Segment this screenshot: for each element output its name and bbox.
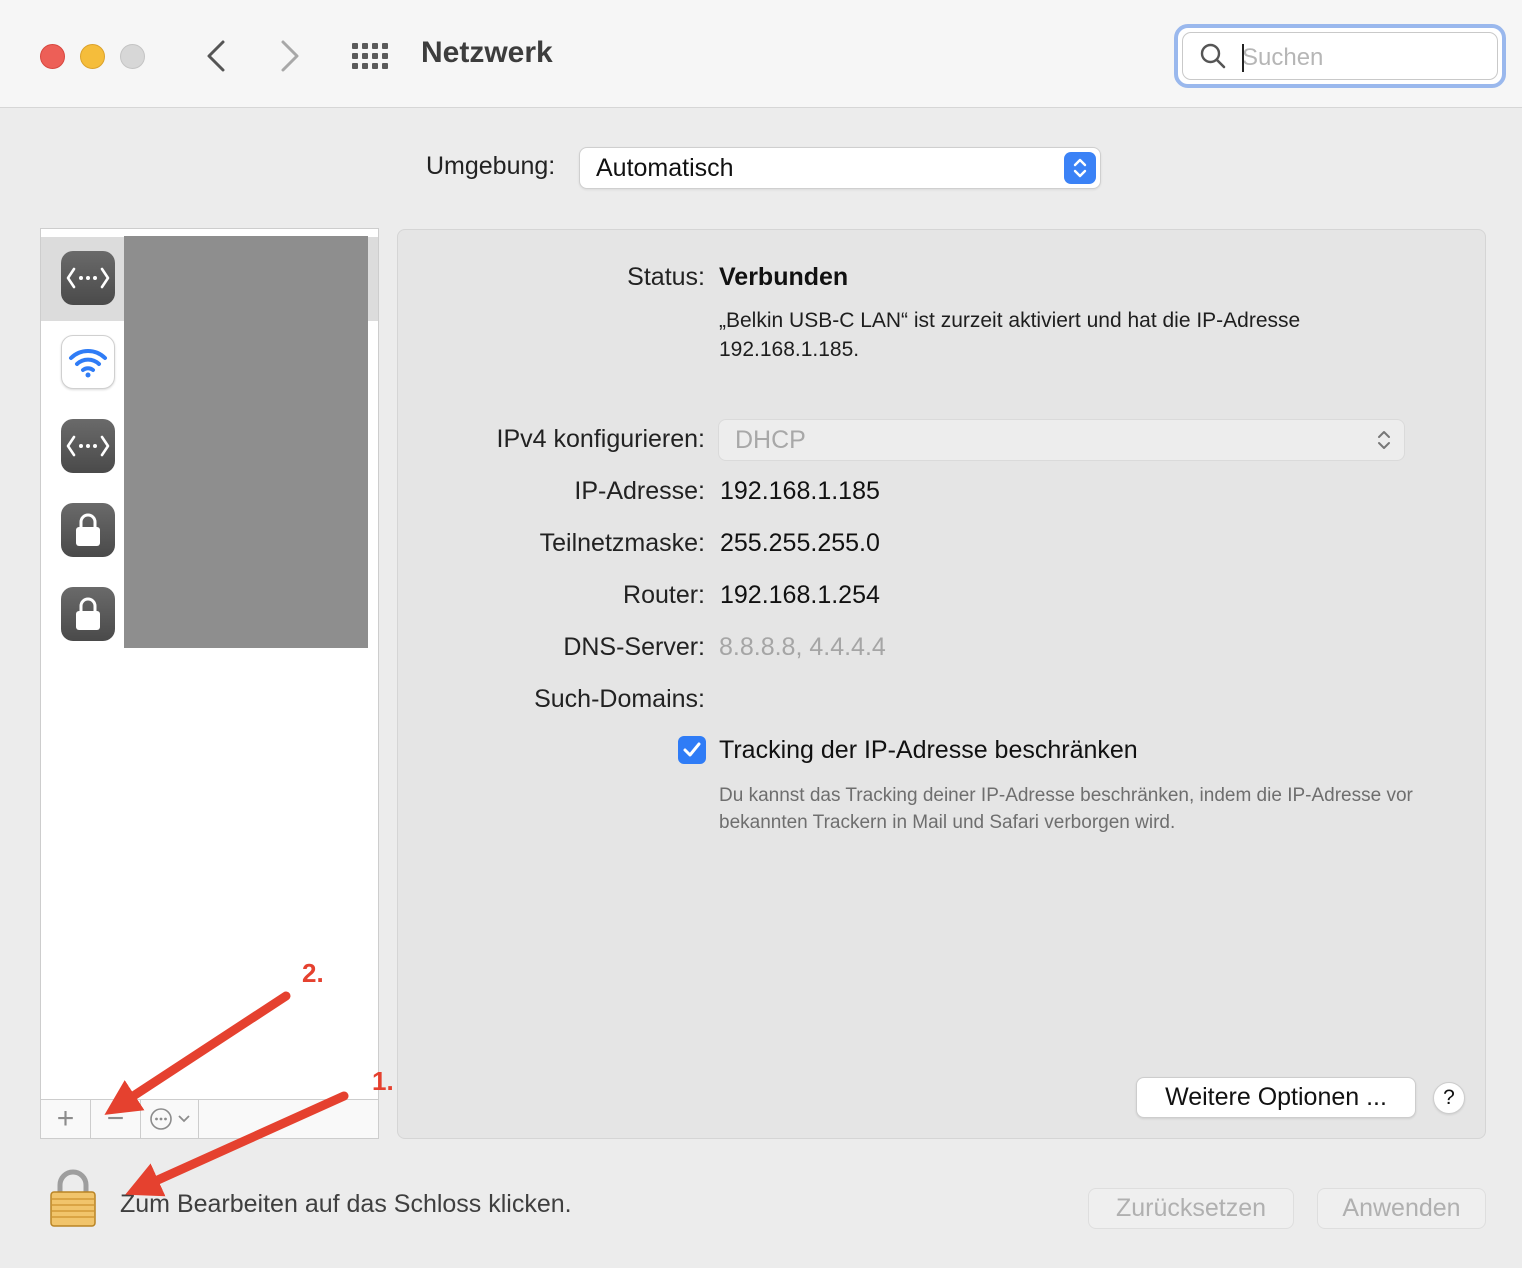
dns-server-value: 8.8.8.8, 4.4.4.4 (719, 633, 886, 661)
select-stepper-icon (1064, 152, 1096, 184)
zoom-window-button[interactable] (120, 44, 145, 69)
lock-icon (61, 587, 115, 641)
lock-hint-text: Zum Bearbeiten auf das Schloss klicken. (120, 1190, 572, 1218)
ipv4-config-value: DHCP (735, 426, 806, 454)
text-caret (1242, 44, 1244, 72)
status-value: Verbunden (719, 263, 849, 291)
action-menu-button[interactable] (141, 1100, 199, 1138)
window-title: Netzwerk (421, 36, 553, 69)
show-all-grid-button[interactable] (352, 38, 392, 74)
add-service-button[interactable]: + (41, 1100, 91, 1138)
chevron-right-icon (281, 40, 299, 72)
search-icon (1200, 43, 1226, 69)
wifi-icon (61, 335, 115, 389)
checkmark-icon (683, 742, 701, 757)
back-button[interactable] (196, 36, 236, 76)
limit-ip-tracking-label: Tracking der IP-Adresse beschränken (719, 736, 1138, 764)
remove-service-button[interactable]: − (91, 1100, 141, 1138)
limit-ip-tracking-checkbox[interactable] (678, 736, 706, 764)
select-stepper-icon (1378, 431, 1390, 449)
lock-icon (61, 503, 115, 557)
titlebar: Netzwerk Suchen (0, 0, 1522, 108)
revert-button[interactable]: Zurücksetzen (1088, 1188, 1294, 1229)
dns-server-label: DNS-Server: (563, 633, 705, 661)
ip-address-value: 192.168.1.185 (720, 477, 880, 505)
annotation-step-2: 2. (302, 958, 324, 988)
search-field[interactable]: Suchen (1174, 24, 1506, 88)
more-options-button[interactable]: Weitere Optionen ... (1136, 1077, 1416, 1118)
subnet-mask-label: Teilnetzmaske: (539, 529, 705, 557)
forward-button[interactable] (270, 36, 310, 76)
ipv4-label: IPv4 konfigurieren: (496, 425, 705, 453)
close-window-button[interactable] (40, 44, 65, 69)
apply-button[interactable]: Anwenden (1317, 1188, 1486, 1229)
padlock-icon[interactable] (48, 1168, 98, 1228)
chevron-left-icon (207, 40, 225, 72)
environment-value: Automatisch (596, 154, 734, 182)
router-label: Router: (623, 581, 705, 609)
environment-label: Umgebung: (426, 152, 556, 180)
annotation-step-1: 1. (372, 1066, 394, 1096)
environment-select[interactable]: Automatisch (579, 147, 1101, 189)
chevron-down-icon (177, 1115, 190, 1123)
limit-ip-tracking-description: Du kannst das Tracking deiner IP-Adresse… (719, 785, 1413, 833)
router-value: 192.168.1.254 (720, 581, 880, 609)
subnet-mask-value: 255.255.255.0 (720, 529, 880, 557)
service-list-toolbar: + − (40, 1099, 379, 1139)
ellipsis-circle-icon (149, 1108, 172, 1130)
search-placeholder: Suchen (1242, 44, 1324, 71)
ipv4-config-select[interactable]: DHCP (718, 419, 1405, 461)
detail-panel (397, 229, 1486, 1139)
status-description: „Belkin USB-C LAN“ ist zurzeit aktiviert… (719, 309, 1301, 361)
ip-address-label: IP-Adresse: (574, 477, 705, 505)
search-domains-label: Such-Domains: (534, 685, 705, 713)
ethernet-icon (61, 251, 115, 305)
status-label: Status: (627, 263, 705, 291)
ethernet-icon (61, 419, 115, 473)
help-button[interactable]: ? (1433, 1082, 1465, 1114)
minimize-window-button[interactable] (80, 44, 105, 69)
